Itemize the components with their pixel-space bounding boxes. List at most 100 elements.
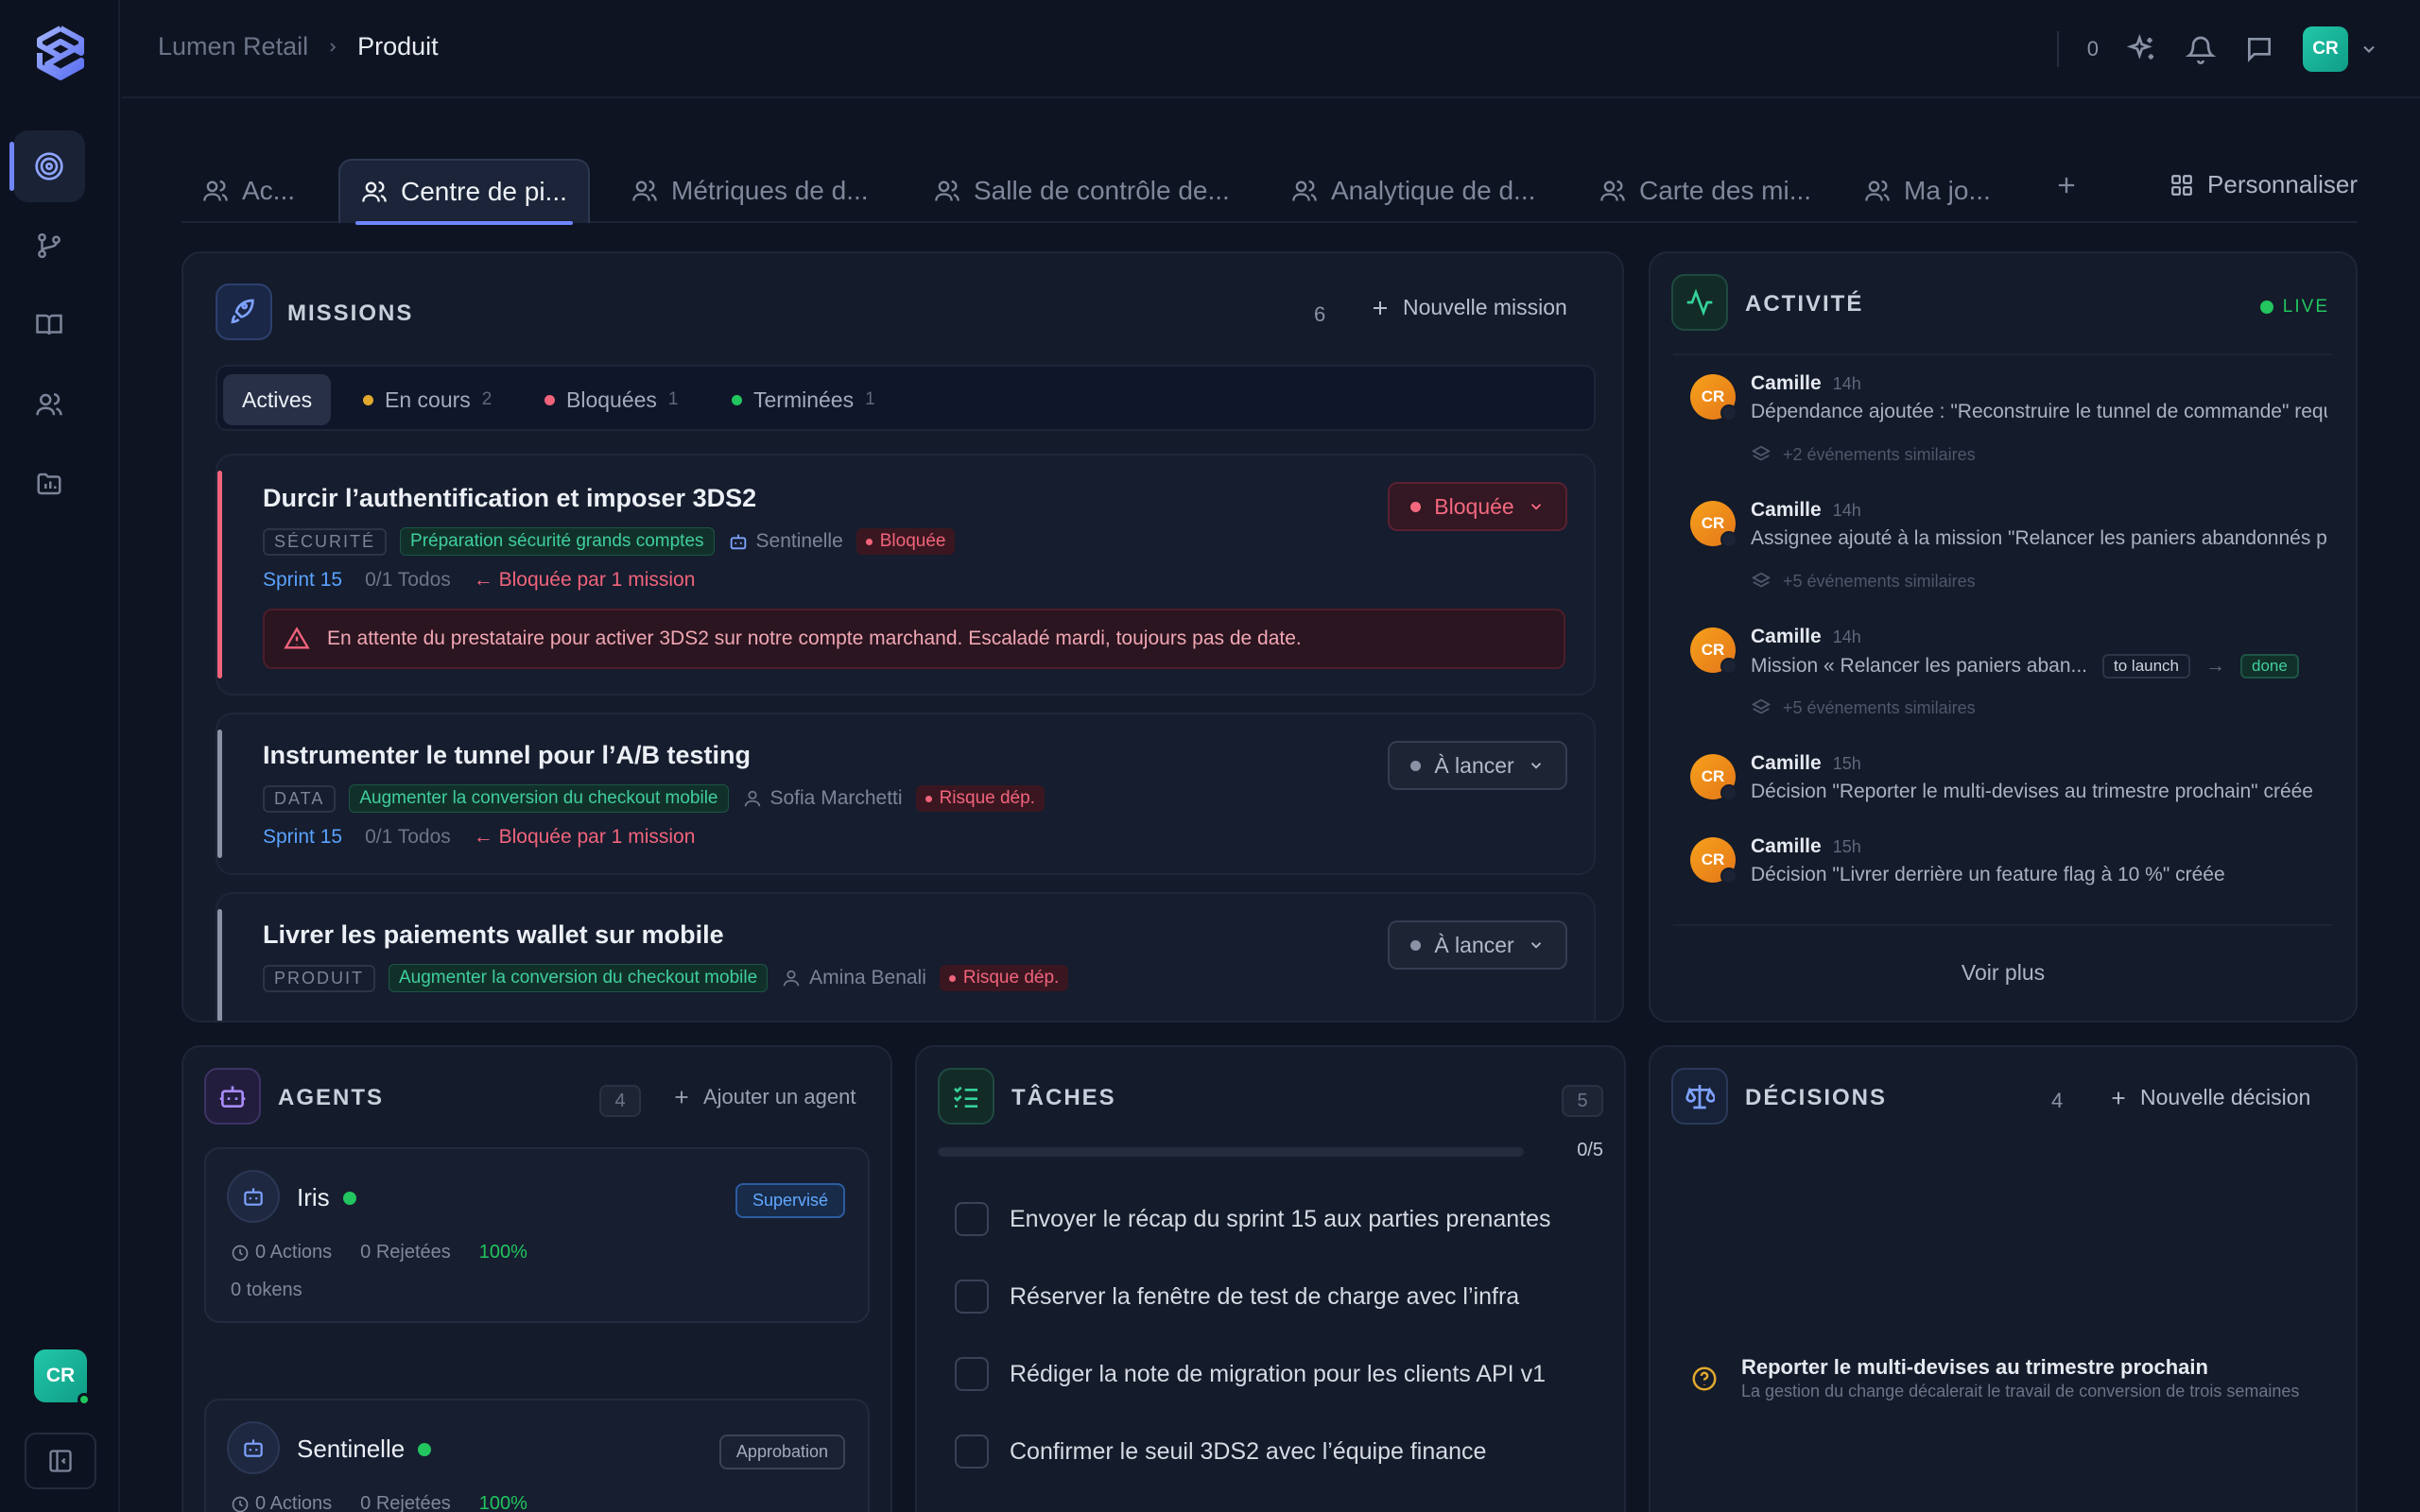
agent-name: Iris (297, 1183, 356, 1212)
new-decision-button[interactable]: Nouvelle décision (2108, 1085, 2310, 1110)
task-checkbox[interactable] (955, 1435, 989, 1469)
sidebar-user-avatar[interactable]: CR (34, 1349, 91, 1406)
bell-icon[interactable] (2186, 34, 2216, 64)
agent-card[interactable]: Sentinelle Approbation 0 Actions 0 Rejet… (204, 1399, 870, 1512)
blocked-by[interactable]: ← Bloquée par 1 mission (474, 569, 696, 592)
divider (2056, 31, 2059, 67)
activity-text: Mission « Relancer les paniers aban... t… (1751, 654, 2327, 679)
task-item[interactable]: Réserver la fenêtre de test de charge av… (955, 1280, 1519, 1314)
category-tag: SÉCURITÉ (263, 527, 388, 556)
tab-5[interactable]: Analytique de d... (1270, 159, 1556, 223)
decisions-panel: DÉCISIONS 4 Nouvelle décision Reporter l… (1649, 1045, 2358, 1512)
nav-users-icon[interactable] (13, 369, 85, 440)
mission-tags: PRODUIT Augmenter la conversion du check… (263, 964, 1069, 992)
goal-tag[interactable]: Augmenter la conversion du checkout mobi… (389, 964, 769, 992)
chat-icon[interactable] (2244, 34, 2274, 64)
agent-card[interactable]: Iris Supervisé 0 Actions 0 Rejetées 100%… (204, 1147, 870, 1323)
status-label: Bloquée (1434, 493, 1514, 519)
personalize-button[interactable]: Personnaliser (2169, 170, 2358, 199)
task-item[interactable]: Rédiger la note de migration pour les cl… (955, 1357, 1546, 1391)
status-dot (1410, 760, 1422, 771)
clock-icon (232, 1245, 249, 1261)
tab-2-active[interactable]: Centre de pi... (338, 159, 590, 225)
sparkles-icon[interactable] (2127, 34, 2157, 64)
missions-count: 6 (1314, 302, 1326, 326)
filter-en-cours[interactable]: En cours 2 (344, 374, 510, 425)
mission-card[interactable]: Livrer les paiements wallet sur mobile P… (216, 892, 1596, 1021)
header-user-avatar[interactable]: CR (2303, 26, 2348, 72)
blocked-by-label: Bloquée par 1 mission (498, 569, 696, 591)
chevron-down-icon (1530, 763, 1541, 769)
blocked-by[interactable]: ← Bloquée par 1 mission (474, 826, 696, 849)
task-item[interactable]: Envoyer le récap du sprint 15 aux partie… (955, 1202, 1551, 1236)
actions-count: 0 Actions (255, 1242, 333, 1263)
app-logo[interactable] (32, 25, 89, 81)
status-dropdown[interactable]: À lancer (1388, 741, 1567, 790)
status-bar (217, 471, 222, 679)
event-type-icon (1720, 868, 1737, 885)
live-label: LIVE (2282, 297, 2329, 317)
task-label: Réserver la fenêtre de test de charge av… (1010, 1282, 1520, 1310)
tasks-count: 5 (1562, 1085, 1603, 1117)
filter-terminees[interactable]: Terminées 1 (713, 374, 894, 425)
activity-time: 15h (1832, 837, 1861, 856)
filter-actives[interactable]: Actives (223, 374, 332, 425)
mission-meta: Sprint 15 0/1 Todos ← Bloquée par 1 miss… (263, 826, 695, 849)
grid-icon (2171, 174, 2192, 196)
similar-events[interactable]: +2 événements similaires (1751, 444, 1976, 465)
progress-label: 0/5 (1577, 1140, 1603, 1160)
sprint-link[interactable]: Sprint 15 (263, 826, 342, 849)
goal-tag[interactable]: Préparation sécurité grands comptes (400, 527, 715, 556)
owner-name: Sofia Marchetti (769, 787, 903, 809)
chevron-down-icon[interactable] (2360, 40, 2378, 59)
mission-card[interactable]: Durcir l’authentification et imposer 3DS… (216, 454, 1596, 696)
filter-bloquees[interactable]: Bloquées 1 (526, 374, 698, 425)
activity-text: Décision "Livrer derrière un feature fla… (1751, 864, 2225, 885)
task-checkbox[interactable] (955, 1357, 989, 1391)
nav-book-icon[interactable] (13, 289, 85, 361)
task-checkbox[interactable] (955, 1280, 989, 1314)
new-mission-button[interactable]: Nouvelle mission (1369, 295, 1567, 320)
nav-branch-icon[interactable] (13, 210, 85, 282)
online-indicator (78, 1393, 91, 1406)
plus-icon (1374, 301, 1387, 315)
tab-3[interactable]: Métriques de d... (611, 159, 890, 223)
author-name: Camille (1751, 752, 1822, 774)
similar-label: +5 événements similaires (1783, 697, 1976, 717)
tab-label: Ma jo... (1904, 176, 1991, 205)
breadcrumb-workspace[interactable]: Lumen Retail (158, 32, 308, 61)
see-more-button[interactable]: Voir plus (1651, 960, 2356, 986)
warning-text: En attente du prestataire pour activer 3… (327, 627, 1302, 649)
task-checkbox[interactable] (955, 1202, 989, 1236)
collapse-sidebar-button[interactable] (25, 1433, 96, 1489)
status-dot (732, 394, 742, 405)
similar-events[interactable]: +5 événements similaires (1751, 697, 1976, 718)
agent-name-label: Iris (297, 1183, 330, 1211)
status-dropdown[interactable]: À lancer (1388, 920, 1567, 970)
filter-count: 2 (481, 389, 493, 409)
owner-name: Amina Benali (809, 967, 926, 988)
nav-folder-chart-icon[interactable] (13, 448, 85, 520)
status-dropdown[interactable]: Bloquée (1388, 482, 1567, 531)
filter-label: Terminées (753, 387, 855, 412)
tab-6[interactable]: Carte des mi... (1579, 159, 1832, 223)
user-icon (744, 790, 760, 807)
missions-title: MISSIONS (287, 301, 414, 326)
activity-time: 15h (1832, 754, 1861, 773)
task-item[interactable]: Confirmer le seuil 3DS2 avec l’équipe fi… (955, 1435, 1486, 1469)
tab-7[interactable]: Ma jo... (1843, 159, 2012, 223)
missions-panel: MISSIONS 6 Nouvelle mission Actives En c… (182, 251, 1624, 1022)
add-tab-plus-icon[interactable] (2053, 172, 2080, 198)
nav-missions-target-icon[interactable] (9, 130, 85, 202)
sprint-link[interactable]: Sprint 15 (263, 569, 342, 592)
goal-tag[interactable]: Augmenter la conversion du checkout mobi… (349, 784, 729, 813)
mission-card[interactable]: Instrumenter le tunnel pour l’A/B testin… (216, 713, 1596, 875)
divider (1673, 924, 2333, 926)
add-agent-button[interactable]: Ajouter un agent (671, 1085, 856, 1109)
layers-icon (1751, 572, 1772, 588)
similar-events[interactable]: +5 événements similaires (1751, 571, 1976, 592)
tab-1[interactable]: Ac... (182, 159, 316, 223)
tab-4[interactable]: Salle de contrôle de... (913, 159, 1251, 223)
mission-title: Livrer les paiements wallet sur mobile (263, 920, 724, 949)
avatar: CR (1690, 837, 1737, 885)
